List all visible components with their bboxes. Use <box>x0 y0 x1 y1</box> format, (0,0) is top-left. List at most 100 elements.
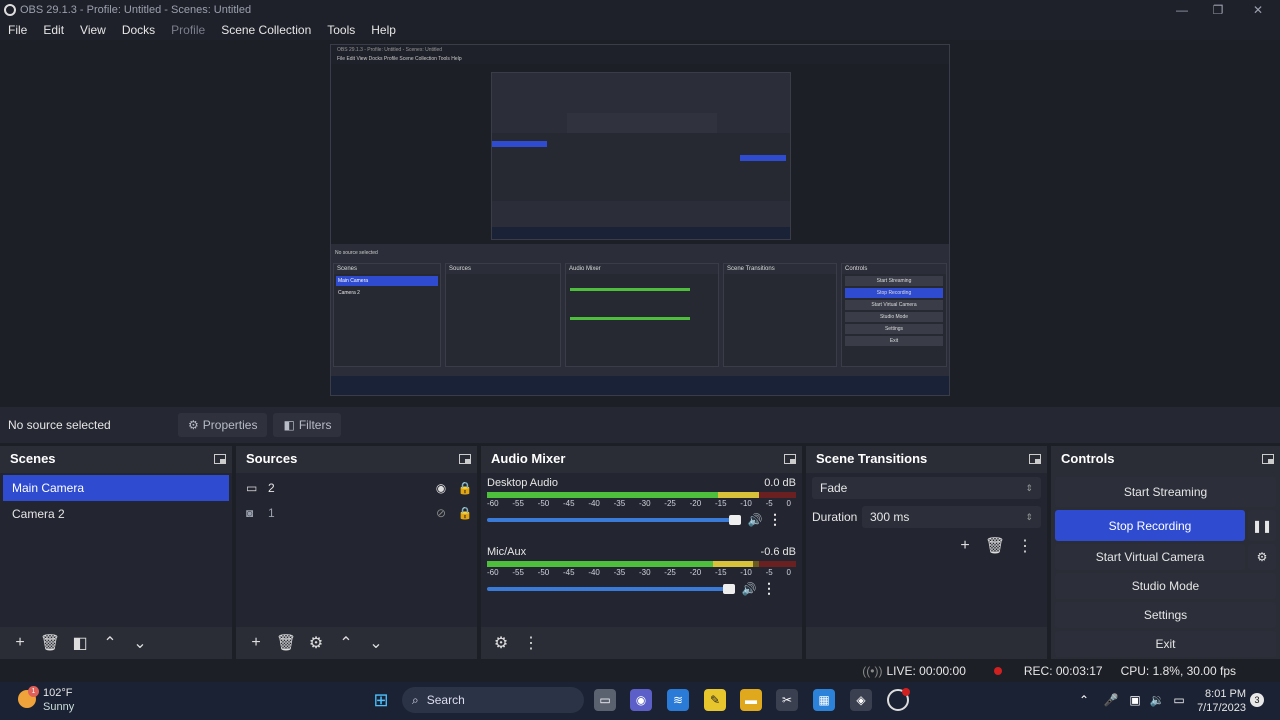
undock-icon[interactable] <box>459 453 471 464</box>
meter-tick-label: -10 <box>740 499 752 508</box>
menu-profile[interactable]: Profile <box>163 23 213 37</box>
meter-scale: -60 -55 -50 -45 -40 -35 -30 -25 -20 -15 -10 -5 0 <box>487 499 791 508</box>
properties-button[interactable]: ⚙ Properties <box>178 413 268 437</box>
filter-icon: ◧ <box>283 418 295 432</box>
menu-view[interactable]: View <box>72 23 114 37</box>
start-streaming-button[interactable]: Start Streaming <box>1055 477 1276 507</box>
lock-icon[interactable]: 🔒 <box>453 506 477 520</box>
audio-mixer-title: Audio Mixer <box>491 451 566 466</box>
transition-select[interactable]: Fade ⇕ <box>812 477 1041 499</box>
snipping-tool-icon[interactable]: ✂ <box>776 689 798 711</box>
start-virtual-camera-button[interactable]: Start Virtual Camera <box>1055 544 1245 570</box>
menu-help[interactable]: Help <box>363 23 404 37</box>
volume-slider[interactable] <box>487 514 741 525</box>
preview-area[interactable]: OBS 29.1.3 - Profile: Untitled - Scenes:… <box>0 40 1280 407</box>
advanced-audio-icon[interactable]: ⚙ <box>487 631 515 655</box>
mixer-channel: Mic/Aux -0.6 dB -60 -55 -50 -45 -40 -35 -30 -25… <box>481 542 802 597</box>
more-options-icon[interactable]: ⋮ <box>517 631 545 655</box>
speaker-icon[interactable]: 🔊 <box>739 582 759 596</box>
meter-tick-label: -60 <box>487 568 499 577</box>
sticky-notes-icon[interactable]: ✎ <box>704 689 726 711</box>
camera-icon: ◙ <box>246 505 254 520</box>
clock-date[interactable]: 7/17/2023 <box>1192 702 1246 714</box>
menu-tools[interactable]: Tools <box>319 23 363 37</box>
filter-icon[interactable]: ◧ <box>66 631 94 655</box>
scenes-title: Scenes <box>10 451 56 466</box>
rec-dot-icon <box>993 667 1002 675</box>
menu-edit[interactable]: Edit <box>35 23 72 37</box>
trash-icon[interactable]: 🗑 <box>272 631 300 655</box>
undock-icon[interactable] <box>1262 453 1274 464</box>
close-icon[interactable]: ✕ <box>1240 0 1276 19</box>
speaker-icon[interactable]: 🔊 <box>745 513 765 527</box>
menu-docks[interactable]: Docks <box>114 23 163 37</box>
notification-badge[interactable]: 3 <box>1250 693 1264 707</box>
weather-badge: 1 <box>28 686 39 697</box>
chevron-down-icon[interactable]: ⌄ <box>362 631 390 655</box>
trash-icon[interactable]: 🗑 <box>36 631 64 655</box>
trash-icon[interactable]: 🗑 <box>981 534 1009 558</box>
chevron-up-icon[interactable]: ⌃ <box>1073 689 1095 711</box>
clock-time[interactable]: 8:01 PM <box>1196 688 1246 700</box>
settings-button[interactable]: Settings <box>1055 602 1276 628</box>
meter-tick-label: -25 <box>664 568 676 577</box>
maximize-icon[interactable]: ❐ <box>1200 0 1236 19</box>
taskbar-search[interactable]: ⌕ Search <box>402 687 584 713</box>
preview-menu: File Edit View Docks Profile Scene Colle… <box>331 55 949 64</box>
eye-hidden-icon[interactable]: ⊘ <box>429 506 453 520</box>
pause-icon[interactable]: ❚❚ <box>1248 510 1276 541</box>
gear-icon[interactable]: ⚙ <box>1248 544 1276 570</box>
studio-mode-button[interactable]: Studio Mode <box>1055 573 1276 599</box>
spin-icon[interactable]: ⇕ <box>1025 512 1033 523</box>
teams-icon[interactable]: ◉ <box>630 689 652 711</box>
file-explorer-icon[interactable]: ▬ <box>740 689 762 711</box>
windows-start-icon[interactable]: ⊞ <box>370 689 392 711</box>
task-view-icon[interactable]: ▭ <box>594 689 616 711</box>
lock-icon[interactable]: 🔒 <box>453 481 477 495</box>
more-options-icon[interactable]: ⋮ <box>1011 534 1039 558</box>
scene-item[interactable]: Camera 2 <box>3 501 229 527</box>
store-icon[interactable]: ▦ <box>813 689 835 711</box>
mixer-channel: Desktop Audio 0.0 dB -60 -55 -50 -45 -40 -35-… <box>481 473 802 528</box>
scene-item[interactable]: Main Camera <box>3 475 229 501</box>
battery-icon[interactable]: ▭ <box>1168 689 1190 711</box>
source-item[interactable]: ◙ 1 ⊘ 🔒 <box>236 500 477 525</box>
eye-icon[interactable]: ◉ <box>429 481 453 495</box>
sources-title: Sources <box>246 451 298 466</box>
undock-icon[interactable] <box>784 453 796 464</box>
more-options-icon[interactable]: ⋮ <box>759 580 779 597</box>
minimize-icon[interactable]: — <box>1164 0 1200 19</box>
exit-button[interactable]: Exit <box>1055 631 1276 657</box>
meter-tick-label: -55 <box>512 568 524 577</box>
stop-recording-button[interactable]: Stop Recording <box>1055 510 1245 541</box>
more-options-icon[interactable]: ⋮ <box>765 511 785 528</box>
duration-field[interactable]: 300 ms ⇕ <box>862 506 1041 528</box>
edge-icon[interactable]: ≋ <box>667 689 689 711</box>
source-item[interactable]: ▭ 2 ◉ 🔒 <box>236 475 477 500</box>
undock-icon[interactable] <box>1029 453 1041 464</box>
add-icon[interactable]: + <box>951 534 979 558</box>
preview-taskbar <box>331 376 949 395</box>
scene-transitions-dock: Scene Transitions Fade ⇕ Duration 300 ms… <box>806 446 1047 659</box>
volume-icon[interactable]: 🔉 <box>1146 689 1168 711</box>
menu-scene-collection[interactable]: Scene Collection <box>213 23 319 37</box>
filters-button[interactable]: ◧ Filters <box>273 413 342 437</box>
undock-icon[interactable] <box>214 453 226 464</box>
chevron-down-icon[interactable]: ⌄ <box>126 631 154 655</box>
microphone-icon[interactable]: 🎤 <box>1100 689 1122 711</box>
preview-inner <box>331 64 949 244</box>
obs-logo-icon <box>4 3 16 16</box>
chevron-up-icon[interactable]: ⌃ <box>96 631 124 655</box>
add-icon[interactable]: + <box>242 631 270 655</box>
program-preview[interactable]: OBS 29.1.3 - Profile: Untitled - Scenes:… <box>330 44 950 396</box>
chevron-up-icon[interactable]: ⌃ <box>332 631 360 655</box>
stack-app-icon[interactable]: ◈ <box>850 689 872 711</box>
meter-tick-label: -50 <box>537 499 550 508</box>
monitor-icon[interactable]: ▣ <box>1124 689 1146 711</box>
cpu-status: CPU: 1.8%, 30.00 fps <box>1120 664 1236 678</box>
preview-docks: No source selected Scenes Main Camera Ca… <box>331 245 949 375</box>
menu-file[interactable]: File <box>0 23 35 37</box>
gear-icon[interactable]: ⚙ <box>302 631 330 655</box>
add-icon[interactable]: + <box>6 631 34 655</box>
volume-slider[interactable] <box>487 583 735 594</box>
